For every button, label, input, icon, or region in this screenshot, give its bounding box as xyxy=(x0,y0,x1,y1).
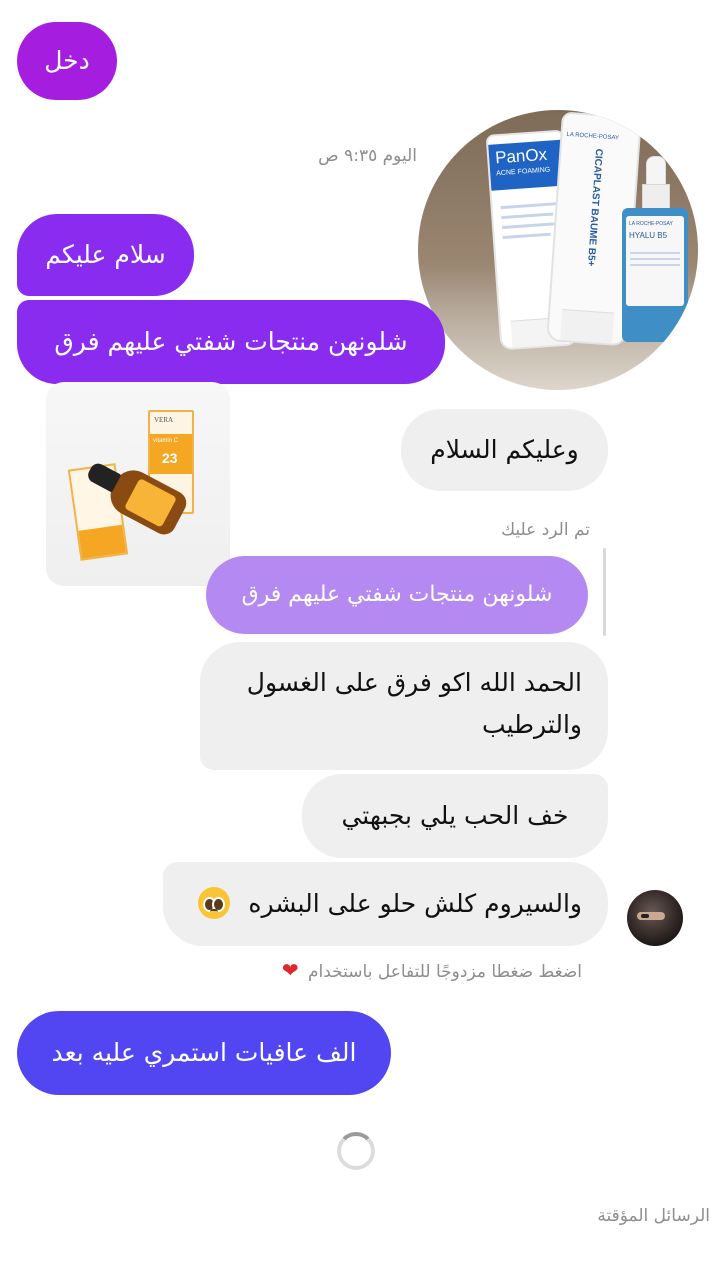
bottle-brand: LA ROCHE-POSAY xyxy=(629,221,673,227)
tube2-brand: LA ROCHE-POSAY xyxy=(566,131,620,142)
reply-quote-line xyxy=(603,548,606,636)
message-text: شلونهن منتجات شفتي عليهم فرق xyxy=(241,582,553,607)
avatar[interactable] xyxy=(627,890,683,946)
message-line-2: والترطيب xyxy=(482,710,582,739)
serum-box-brand: VERA xyxy=(154,416,174,424)
loading-spinner xyxy=(337,1132,375,1170)
message-sent-question[interactable]: شلونهن منتجات شفتي عليهم فرق xyxy=(17,300,445,384)
message-line-1: الحمد الله اكو فرق على الغسول xyxy=(246,668,582,697)
shared-product-photo[interactable]: PanOx ACNE FOAMING LA ROCHE-POSAY CICAPL… xyxy=(418,110,698,390)
double-tap-hint: اضغط ضغطا مزدوجًا للتفاعل باستخدام ❤ xyxy=(282,958,582,984)
quoted-message[interactable]: شلونهن منتجات شفتي عليهم فرق xyxy=(206,556,588,634)
shared-serum-photo[interactable]: VERA vitamin C 23 xyxy=(46,382,230,586)
message-received-answer[interactable]: الحمد الله اكو فرق على الغسول والترطيب xyxy=(200,642,608,770)
disappearing-messages-label[interactable]: الرسائل المؤقتة xyxy=(597,1204,710,1228)
message-text: دخل xyxy=(44,46,90,75)
message-sent-greeting[interactable]: سلام عليكم xyxy=(17,214,194,296)
serum-box-label: vitamin C xyxy=(153,438,179,444)
pleading-face-icon xyxy=(198,887,231,919)
message-sent-top[interactable]: دخل xyxy=(17,22,117,100)
message-text: الف عافيات استمري عليه بعد xyxy=(51,1038,357,1067)
message-sent-final[interactable]: الف عافيات استمري عليه بعد xyxy=(17,1011,391,1095)
message-received-serum[interactable]: والسيروم كلش حلو على البشره xyxy=(163,862,608,946)
message-received-greeting[interactable]: وعليكم السلام xyxy=(401,409,608,491)
heart-icon: ❤ xyxy=(281,958,299,982)
hint-text: اضغط ضغطا مزدوجًا للتفاعل باستخدام xyxy=(308,962,582,982)
replied-to-you-label: تم الرد عليك xyxy=(501,520,590,540)
bottle-product: HYALU B5 xyxy=(629,231,668,240)
message-text: خف الحب يلي بجبهتي xyxy=(341,801,569,830)
tube2-product: CICAPLAST BAUME B5+ xyxy=(584,148,605,267)
message-text: سلام عليكم xyxy=(45,240,166,269)
message-received-acne[interactable]: خف الحب يلي بجبهتي xyxy=(302,774,608,858)
chat-screen: دخل اليوم ٩:٣٥ ص PanOx ACNE FOAMING LA R… xyxy=(0,0,720,1280)
product-serum-bottle: LA ROCHE-POSAY HYALU B5 xyxy=(622,156,688,342)
message-text: وعليكم السلام xyxy=(430,435,579,464)
timestamp: اليوم ٩:٣٥ ص xyxy=(318,146,417,166)
serum-box-number: 23 xyxy=(162,450,178,466)
message-text: شلونهن منتجات شفتي عليهم فرق xyxy=(54,327,408,356)
message-text: والسيروم كلش حلو على البشره xyxy=(248,889,582,918)
